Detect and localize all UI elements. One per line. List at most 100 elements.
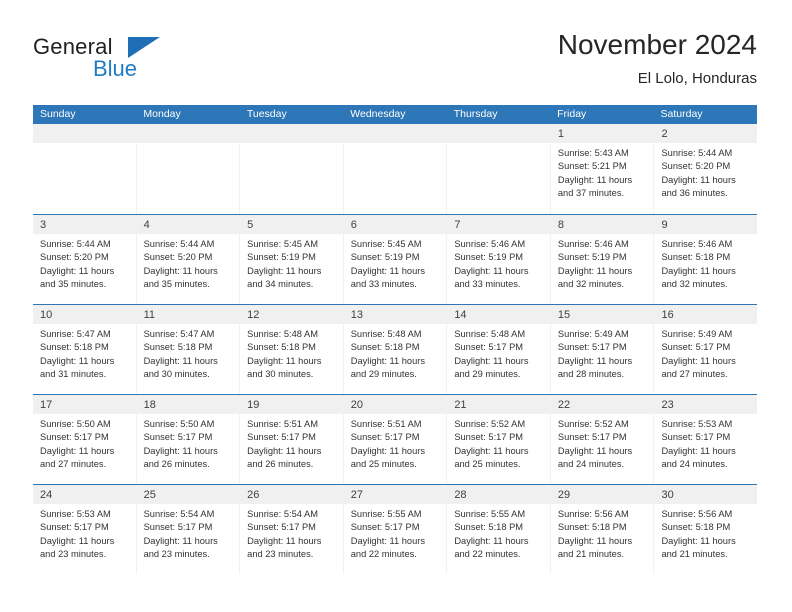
calendar-day-cell[interactable]: 19 Sunrise: 5:51 AM Sunset: 5:17 PM Dayligh… — [240, 395, 344, 484]
sunset-text: Sunset: 5:17 PM — [40, 522, 109, 533]
sunset-text: Sunset: 5:17 PM — [557, 342, 627, 353]
daylight-text-line1: Daylight: 11 hours — [557, 535, 633, 546]
calendar-day-cell[interactable]: 10 Sunrise: 5:47 AM Sunset: 5:18 PM Dayligh… — [33, 305, 137, 394]
calendar-day-cell[interactable]: 5 Sunrise: 5:45 AM Sunset: 5:19 PM Daylight… — [240, 215, 344, 304]
sunrise-text: Sunrise: 5:48 AM — [247, 329, 318, 339]
day-number-band: 28 — [447, 485, 550, 504]
day-info: Sunrise: 5:52 AM Sunset: 5:17 PM Daylight:… — [551, 414, 654, 472]
calendar-day-cell[interactable]: 24 Sunrise: 5:53 AM Sunset: 5:17 PM Dayligh… — [33, 485, 137, 574]
calendar-day-cell[interactable]: 29 Sunrise: 5:56 AM Sunset: 5:18 PM Dayligh… — [550, 485, 655, 574]
sunrise-text: Sunrise: 5:51 AM — [247, 419, 318, 429]
calendar-day-cell[interactable]: 30 Sunrise: 5:56 AM Sunset: 5:18 PM Dayligh… — [654, 485, 758, 574]
calendar-day-cell[interactable]: 18 Sunrise: 5:50 AM Sunset: 5:17 PM Dayligh… — [136, 395, 241, 484]
calendar-weeks: 1 Sunrise: 5:43 AM Sunset: 5:21 PM Daylight… — [33, 124, 758, 574]
calendar-week-row: 1 Sunrise: 5:43 AM Sunset: 5:21 PM Daylight… — [33, 124, 758, 214]
day-info: Sunrise: 5:55 AM Sunset: 5:17 PM Daylight:… — [344, 504, 447, 562]
calendar-day-cell[interactable]: 22 Sunrise: 5:52 AM Sunset: 5:17 PM Dayligh… — [550, 395, 655, 484]
calendar-day-cell[interactable]: 15 Sunrise: 5:49 AM Sunset: 5:17 PM Dayligh… — [550, 305, 655, 394]
sunset-text: Sunset: 5:17 PM — [247, 522, 316, 533]
day-number-band: 4 — [136, 215, 240, 234]
sunset-text: Sunset: 5:18 PM — [557, 522, 627, 533]
daylight-text-line1: Daylight: 11 hours — [40, 535, 115, 546]
calendar-day-cell[interactable]: 1 Sunrise: 5:43 AM Sunset: 5:21 PM Daylight… — [550, 124, 655, 214]
calendar-day-cell[interactable]: 13 Sunrise: 5:48 AM Sunset: 5:18 PM Dayligh… — [343, 305, 448, 394]
daylight-text-line2: and 35 minutes. — [40, 279, 107, 290]
calendar-day-cell[interactable]: 25 Sunrise: 5:54 AM Sunset: 5:17 PM Dayligh… — [136, 485, 241, 574]
day-info: Sunrise: 5:43 AM Sunset: 5:21 PM Daylight:… — [551, 143, 654, 201]
sunrise-text: Sunrise: 5:49 AM — [661, 329, 733, 339]
sunset-text: Sunset: 5:19 PM — [454, 252, 524, 263]
sunrise-text: Sunrise: 5:56 AM — [661, 509, 733, 519]
daylight-text-line2: and 24 minutes. — [661, 459, 728, 470]
sunset-text: Sunset: 5:17 PM — [350, 522, 420, 533]
daylight-text-line2: and 25 minutes. — [350, 459, 417, 470]
day-number: 29 — [557, 489, 571, 501]
day-info: Sunrise: 5:50 AM Sunset: 5:17 PM Daylight:… — [137, 414, 240, 472]
weekday-header-sunday: Sunday — [40, 108, 76, 120]
page-subtitle: El Lolo, Honduras — [637, 70, 757, 87]
day-number-band — [136, 124, 240, 143]
calendar-day-cell[interactable]: 16 Sunrise: 5:49 AM Sunset: 5:17 PM Dayligh… — [654, 305, 758, 394]
calendar-day-cell[interactable]: 11 Sunrise: 5:47 AM Sunset: 5:18 PM Dayligh… — [136, 305, 241, 394]
calendar-day-cell[interactable]: 3 Sunrise: 5:44 AM Sunset: 5:20 PM Daylight… — [33, 215, 137, 304]
calendar-day-cell[interactable]: 12 Sunrise: 5:48 AM Sunset: 5:18 PM Dayligh… — [240, 305, 344, 394]
daylight-text-line2: and 32 minutes. — [661, 279, 728, 290]
daylight-text-line1: Daylight: 11 hours — [247, 265, 322, 276]
calendar-day-cell[interactable]: 26 Sunrise: 5:54 AM Sunset: 5:17 PM Dayligh… — [240, 485, 344, 574]
daylight-text-line1: Daylight: 11 hours — [557, 174, 633, 185]
day-number: 27 — [350, 489, 363, 501]
triangle-icon — [128, 37, 160, 58]
calendar-day-cell[interactable]: 2 Sunrise: 5:44 AM Sunset: 5:20 PM Daylight… — [654, 124, 758, 214]
day-number: 24 — [40, 489, 53, 501]
daylight-text-line1: Daylight: 11 hours — [143, 265, 218, 276]
daylight-text-line1: Daylight: 11 hours — [350, 265, 425, 276]
day-number: 9 — [661, 219, 668, 231]
daylight-text-line1: Daylight: 11 hours — [350, 355, 425, 366]
day-number-band: 19 — [240, 395, 343, 414]
page-header: General Blue November 2024 El Lolo, Hond… — [33, 28, 757, 98]
day-info: Sunrise: 5:56 AM Sunset: 5:18 PM Daylight:… — [551, 504, 654, 562]
daylight-text-line1: Daylight: 11 hours — [350, 445, 425, 456]
calendar-day-cell[interactable]: 9 Sunrise: 5:46 AM Sunset: 5:18 PM Daylight… — [654, 215, 758, 304]
sunrise-text: Sunrise: 5:44 AM — [143, 239, 215, 249]
daylight-text-line2: and 30 minutes. — [143, 369, 210, 380]
sunset-text: Sunset: 5:17 PM — [661, 432, 731, 443]
daylight-text-line1: Daylight: 11 hours — [661, 265, 736, 276]
day-info: Sunrise: 5:46 AM Sunset: 5:19 PM Daylight:… — [447, 234, 550, 292]
calendar-day-cell[interactable]: 6 Sunrise: 5:45 AM Sunset: 5:19 PM Daylight… — [343, 215, 448, 304]
calendar-day-cell[interactable]: 28 Sunrise: 5:55 AM Sunset: 5:18 PM Dayligh… — [447, 485, 551, 574]
day-info: Sunrise: 5:44 AM Sunset: 5:20 PM Daylight:… — [33, 234, 136, 292]
day-info: Sunrise: 5:47 AM Sunset: 5:18 PM Daylight:… — [137, 324, 240, 382]
day-number-band: 17 — [33, 395, 136, 414]
calendar-day-cell[interactable]: 17 Sunrise: 5:50 AM Sunset: 5:17 PM Dayligh… — [33, 395, 137, 484]
day-number-band: 24 — [33, 485, 136, 504]
calendar-day-cell[interactable]: 20 Sunrise: 5:51 AM Sunset: 5:17 PM Dayligh… — [343, 395, 448, 484]
day-info: Sunrise: 5:53 AM Sunset: 5:17 PM Daylight:… — [33, 504, 136, 562]
calendar-day-cell[interactable]: 4 Sunrise: 5:44 AM Sunset: 5:20 PM Daylight… — [136, 215, 241, 304]
day-number: 20 — [350, 399, 363, 411]
daylight-text-line2: and 22 minutes. — [350, 549, 417, 560]
day-number: 1 — [557, 128, 565, 140]
day-info: Sunrise: 5:48 AM Sunset: 5:18 PM Daylight:… — [240, 324, 343, 382]
daylight-text-line1: Daylight: 11 hours — [40, 355, 115, 366]
calendar-day-cell[interactable]: 7 Sunrise: 5:46 AM Sunset: 5:19 PM Daylight… — [447, 215, 551, 304]
day-info: Sunrise: 5:45 AM Sunset: 5:19 PM Daylight:… — [240, 234, 343, 292]
day-number: 25 — [143, 489, 156, 501]
calendar-day-cell[interactable]: 8 Sunrise: 5:46 AM Sunset: 5:19 PM Daylight… — [550, 215, 655, 304]
calendar-day-cell[interactable]: 23 Sunrise: 5:53 AM Sunset: 5:17 PM Dayligh… — [654, 395, 758, 484]
sunrise-text: Sunrise: 5:52 AM — [454, 419, 526, 429]
daylight-text-line1: Daylight: 11 hours — [40, 445, 115, 456]
calendar-day-cell-empty — [240, 124, 344, 214]
calendar-day-cell[interactable]: 27 Sunrise: 5:55 AM Sunset: 5:17 PM Dayligh… — [343, 485, 448, 574]
calendar-day-cell[interactable]: 21 Sunrise: 5:52 AM Sunset: 5:17 PM Dayligh… — [447, 395, 551, 484]
daylight-text-line2: and 23 minutes. — [247, 549, 314, 560]
brand-logo[interactable]: General Blue — [33, 34, 183, 88]
day-info: Sunrise: 5:48 AM Sunset: 5:18 PM Daylight:… — [344, 324, 447, 382]
day-number-band: 14 — [447, 305, 550, 324]
day-info: Sunrise: 5:45 AM Sunset: 5:19 PM Daylight:… — [344, 234, 447, 292]
calendar-day-cell[interactable]: 14 Sunrise: 5:48 AM Sunset: 5:17 PM Dayligh… — [447, 305, 551, 394]
day-number-band: 26 — [240, 485, 343, 504]
daylight-text-line2: and 29 minutes. — [454, 369, 521, 380]
sunset-text: Sunset: 5:17 PM — [350, 432, 420, 443]
sunrise-text: Sunrise: 5:50 AM — [40, 419, 111, 429]
